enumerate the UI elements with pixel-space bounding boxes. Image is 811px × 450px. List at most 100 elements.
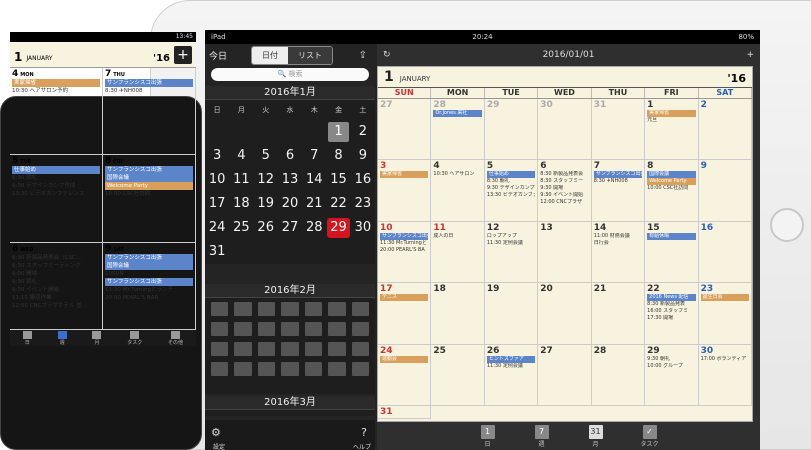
event-text[interactable]: 11:30 定例会議: [487, 240, 535, 247]
event-text[interactable]: 11:00 財務会議: [594, 233, 642, 240]
event-text[interactable]: 17:30 開場: [647, 315, 695, 322]
event-bar[interactable]: 仕事始め: [486, 171, 536, 179]
mini-day[interactable]: 13: [278, 168, 302, 192]
event-text[interactable]: 9:30 イベント開始: [540, 192, 588, 199]
day-cell[interactable]: 24 運動会: [378, 344, 432, 406]
mini-day[interactable]: 24: [205, 216, 229, 240]
event-text[interactable]: 10:00 CSC社訪問: [647, 185, 695, 192]
mini-day[interactable]: 16: [351, 168, 375, 192]
day-cell[interactable]: 14 11:00 財務会議 日行会: [591, 221, 646, 284]
day-cell[interactable]: 4 10:30 ヘアサロン: [431, 160, 485, 222]
event-bar[interactable]: サンフランシスコ出張: [105, 277, 193, 286]
day-cell[interactable]: 20: [538, 283, 592, 345]
day-cell[interactable]: 27: [538, 344, 592, 406]
day-cell[interactable]: 13: [538, 221, 592, 284]
mini-day[interactable]: 5: [254, 144, 278, 168]
event-bar[interactable]: 2016 News 配信: [647, 294, 696, 302]
mini-day[interactable]: 30: [351, 216, 375, 240]
event-text[interactable]: 9:30 開場: [540, 185, 588, 192]
event-text[interactable]: 8:30 朝礼: [12, 174, 100, 182]
event-text[interactable]: 20:00 PEARL'S BAR: [105, 294, 193, 302]
day-cell[interactable]: 16: [698, 221, 752, 284]
event-text[interactable]: 12:00 CNCプラザホテル 並...: [12, 302, 100, 310]
event-bar[interactable]: 実家帰省: [12, 79, 100, 87]
event-bar[interactable]: テニス: [380, 294, 429, 302]
event-bar[interactable]: 有給休暇: [647, 232, 696, 240]
phone-tab[interactable]: 週: [57, 330, 67, 346]
day-cell[interactable]: 22 2016 News 配信 8:30 新製品発表 16:00 スタッフミ 17:30…: [645, 283, 699, 345]
event-text[interactable]: 9:30 朝礼: [647, 356, 695, 363]
event-text[interactable]: 成人の日: [433, 233, 481, 240]
event-bar[interactable]: サンフランシスコ出張: [380, 232, 429, 240]
mini-day[interactable]: 27: [278, 216, 302, 240]
event-bar[interactable]: サンフランシスコ出張: [105, 253, 193, 262]
day-cell[interactable]: 5 仕事始め 8:30 朝礼 9:30 デザインカンプ 13:30 ビデオカンファ: [484, 160, 539, 222]
event-bar[interactable]: ヒントスファア: [486, 355, 536, 363]
event-text[interactable]: 11:30 Mr.Turningとランチ: [105, 286, 193, 294]
mini-day[interactable]: 12: [254, 168, 278, 192]
event-text[interactable]: 9:30 デザインカンプ: [487, 185, 535, 192]
event-text[interactable]: 16:00 スタッフミ: [647, 308, 695, 315]
event-bar[interactable]: サンフランシスコ出張: [105, 166, 193, 175]
day-cell[interactable]: 3 実家帰省: [378, 160, 432, 222]
day-cell[interactable]: 7 サンフランシスコ出張 8:30 ✈NH008: [591, 160, 646, 222]
event-text[interactable]: 10:00 CSC社訪問: [105, 190, 193, 198]
tab-item[interactable]: ✓ タスク: [638, 424, 662, 448]
search-input[interactable]: 🔍 検索: [211, 68, 369, 81]
add-icon[interactable]: +: [746, 50, 754, 60]
event-text[interactable]: 10SUN: [105, 270, 193, 278]
day-cell[interactable]: 10 サンフランシスコ出張 11:30 Mr.Turningと 20:00 PEARL…: [378, 221, 432, 284]
mini-day[interactable]: 20: [278, 192, 302, 216]
event-text[interactable]: 9:00 開場: [12, 270, 100, 278]
mini-day[interactable]: 6: [278, 144, 302, 168]
day-cell[interactable]: 31: [591, 99, 646, 161]
day-cell[interactable]: 2: [698, 99, 752, 161]
event-text[interactable]: 11:15 搬収作業: [12, 294, 100, 302]
phone-day-cell[interactable]: 9 SAT サンフランシスコ出張 国際会議 10SUN サンフランシスコ出張 11:30 M…: [103, 242, 196, 330]
mini-day[interactable]: 14: [302, 168, 326, 192]
event-bar[interactable]: Welcome Party: [105, 182, 193, 191]
tab-item[interactable]: 7週: [530, 424, 554, 448]
day-cell[interactable]: 19: [484, 283, 539, 345]
mini-day[interactable]: 26: [254, 216, 278, 240]
mini-day[interactable]: 25: [229, 216, 253, 240]
segment-list[interactable]: リスト: [288, 46, 333, 64]
mini-day[interactable]: 3: [205, 144, 229, 168]
event-bar[interactable]: 国際会議: [647, 171, 696, 179]
mini-day[interactable]: 31: [205, 240, 229, 264]
home-button[interactable]: [770, 208, 804, 242]
tab-item[interactable]: 1日: [476, 424, 500, 448]
event-bar[interactable]: Welcome Party: [647, 178, 696, 186]
day-cell[interactable]: 18: [431, 283, 485, 345]
day-cell[interactable]: 25: [431, 344, 485, 406]
day-cell[interactable]: 17 テニス: [378, 283, 432, 345]
event-bar[interactable]: サンフランシスコ出張: [105, 79, 193, 87]
today-button[interactable]: 今日: [209, 49, 227, 62]
event-text[interactable]: 12:00 CNCプラザ: [540, 199, 588, 206]
mini-day[interactable]: 8: [326, 144, 350, 168]
mini-day[interactable]: 9: [351, 144, 375, 168]
help-icon[interactable]: ?: [361, 426, 367, 439]
event-text[interactable]: 8:30 スタッフミーティング: [12, 262, 100, 270]
mini-day[interactable]: 17: [205, 192, 229, 216]
event-text[interactable]: 8:30 新製品発表会（CSC...: [12, 254, 100, 262]
mini-day[interactable]: 7: [302, 144, 326, 168]
day-cell[interactable]: 9: [698, 160, 752, 222]
event-text[interactable]: 9:30 デザインカンプ作成: [12, 182, 100, 190]
day-cell[interactable]: 12 ロップアップ 11:30 定例会議: [484, 221, 539, 284]
event-text[interactable]: 8:30 新製品発表会: [540, 171, 588, 178]
phone-day-cell[interactable]: 6 WED 8:30 新製品発表会（CSC... 8:30 スタッフミーティング 9:0…: [10, 242, 103, 330]
event-bar[interactable]: 国際会議: [105, 261, 193, 270]
mini-day[interactable]: 28: [302, 216, 326, 240]
day-cell[interactable]: 1 実家帰省 元旦: [645, 99, 699, 161]
event-text[interactable]: 11:30 Mr.Turningと: [380, 240, 428, 247]
event-text[interactable]: 8:30 ✈NH008: [594, 178, 642, 185]
event-text[interactable]: 20:00 PEARL'S BA: [380, 247, 428, 254]
day-cell[interactable]: 30: [538, 99, 592, 161]
mini-day[interactable]: 18: [229, 192, 253, 216]
mini-day[interactable]: 11: [229, 168, 253, 192]
day-cell[interactable]: 11 成人の日: [431, 221, 485, 284]
event-text[interactable]: ロップアップ: [487, 233, 535, 240]
mini-day[interactable]: 15: [326, 168, 350, 192]
event-text[interactable]: 10:30 ヘアサロン予約: [12, 87, 100, 95]
